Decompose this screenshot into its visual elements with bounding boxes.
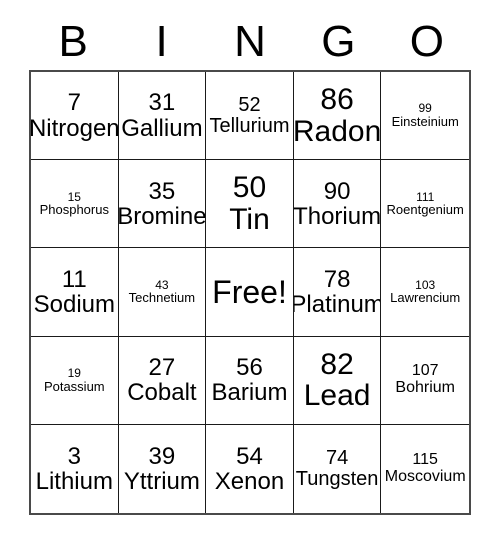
bingo-cell-number: 39 xyxy=(148,442,176,470)
bingo-cell[interactable]: 52 Tellurium xyxy=(206,72,294,161)
bingo-cell[interactable]: 15 Phosphorus xyxy=(31,160,119,249)
bingo-cell-name: Lead xyxy=(303,379,371,413)
bingo-cell-name: Phosphorus xyxy=(39,202,109,218)
bingo-cell[interactable]: 86 Radon xyxy=(293,72,382,161)
bingo-cell-name: Tungsten xyxy=(295,467,379,490)
bingo-cell-number: 115 xyxy=(412,451,438,469)
bingo-cell-number: 3 xyxy=(67,442,81,470)
bingo-cell-number: 82 xyxy=(320,347,354,381)
bingo-cell-number: 78 xyxy=(323,265,351,293)
bingo-cell-free[interactable]: Free! xyxy=(206,248,294,337)
bingo-cell-name: Lawrencium xyxy=(390,290,461,306)
bingo-cell-name: Xenon xyxy=(214,467,285,495)
bingo-cell-name: Thorium xyxy=(293,202,382,230)
bingo-cell-name: Potassium xyxy=(43,378,105,394)
bingo-cell-name: Gallium xyxy=(121,114,203,142)
bingo-header-letter-o: O xyxy=(409,17,444,66)
bingo-cell-number: 27 xyxy=(148,354,176,381)
bingo-cell[interactable]: 11 Sodium xyxy=(31,248,119,337)
bingo-cell-name: Bromine xyxy=(118,202,207,230)
bingo-cell[interactable]: 82 Lead xyxy=(293,336,382,425)
bingo-cell[interactable]: 90 Thorium xyxy=(293,160,382,249)
bingo-cell-number: 11 xyxy=(61,265,87,293)
bingo-cell[interactable]: 31 Gallium xyxy=(118,72,207,161)
bingo-cell-name: Nitrogen xyxy=(31,114,119,142)
bingo-free-label: Free! xyxy=(212,273,287,310)
bingo-cell-name: Barium xyxy=(211,379,288,407)
bingo-cell[interactable]: 50 Tin xyxy=(206,160,294,249)
bingo-cell[interactable]: 99 Einsteinium xyxy=(381,72,469,161)
bingo-cell[interactable]: 35 Bromine xyxy=(118,160,207,249)
bingo-cell-name: Yttrium xyxy=(123,467,200,495)
bingo-card: B I N G O 7 Nitrogen 31 Gallium 52 Tellurium 8… xyxy=(0,0,500,544)
bingo-cell-number: 74 xyxy=(325,446,349,469)
bingo-cell[interactable]: 54 Xenon xyxy=(206,424,294,513)
bingo-cell-name: Tellurium xyxy=(209,114,290,137)
bingo-cell-name: Roentgenium xyxy=(386,202,464,218)
bingo-header-letter-i: I xyxy=(155,17,168,66)
bingo-cell-number: 7 xyxy=(67,89,81,117)
bingo-cell-number: 86 xyxy=(320,83,354,117)
bingo-cell[interactable]: 78 Platinum xyxy=(293,248,382,337)
bingo-cell-name: Moscovium xyxy=(384,467,466,485)
bingo-cell-name: Technetium xyxy=(128,290,196,306)
bingo-cell[interactable]: 107 Bohrium xyxy=(381,336,469,425)
bingo-cell-name: Platinum xyxy=(293,290,382,318)
bingo-cell[interactable]: 27 Cobalt xyxy=(118,336,207,425)
bingo-cell[interactable]: 56 Barium xyxy=(206,336,294,425)
bingo-cell[interactable]: 115 Moscovium xyxy=(381,424,469,513)
bingo-header-letter-n: N xyxy=(234,17,266,66)
bingo-cell[interactable]: 7 Nitrogen xyxy=(31,72,119,161)
bingo-cell[interactable]: 103 Lawrencium xyxy=(381,248,469,337)
bingo-cell-number: 54 xyxy=(236,442,263,470)
bingo-cell[interactable]: 19 Potassium xyxy=(31,336,119,425)
bingo-cell-number: 90 xyxy=(323,177,351,205)
bingo-header-letter-g: G xyxy=(321,17,356,66)
bingo-cell-name: Lithium xyxy=(35,467,113,495)
bingo-cell[interactable]: 43 Technetium xyxy=(118,248,207,337)
bingo-header-letter-b: B xyxy=(58,17,88,66)
bingo-cell-name: Einsteinium xyxy=(391,114,459,130)
bingo-cell[interactable]: 39 Yttrium xyxy=(118,424,207,513)
bingo-cell-number: 107 xyxy=(411,362,439,380)
bingo-cell-number: 31 xyxy=(148,89,176,117)
bingo-cell-number: 19 xyxy=(67,366,81,381)
bingo-cell-name: Bohrium xyxy=(395,379,455,397)
bingo-header-row: B I N G O xyxy=(29,14,471,70)
bingo-cell[interactable]: 74 Tungsten xyxy=(293,424,382,513)
bingo-cell-number: 50 xyxy=(232,171,267,205)
bingo-cell[interactable]: 3 Lithium xyxy=(31,424,119,513)
bingo-cell-name: Tin xyxy=(229,202,270,236)
bingo-cell-number: 56 xyxy=(236,354,263,381)
bingo-cell[interactable]: 111 Roentgenium xyxy=(381,160,469,249)
bingo-grid: 7 Nitrogen 31 Gallium 52 Tellurium 86 Radon 99 Ei… xyxy=(29,70,471,515)
bingo-cell-name: Radon xyxy=(293,114,382,148)
bingo-cell-number: 52 xyxy=(238,93,261,116)
bingo-cell-number: 35 xyxy=(148,177,176,205)
bingo-cell-name: Cobalt xyxy=(127,379,197,407)
bingo-cell-name: Sodium xyxy=(33,290,115,318)
